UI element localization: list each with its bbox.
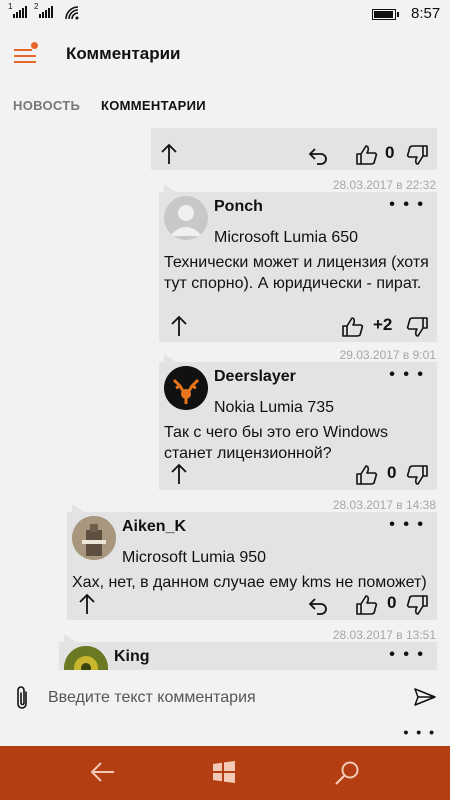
tab-comments[interactable]: КОММЕНТАРИИ — [101, 98, 206, 113]
comment-author[interactable]: King — [114, 648, 150, 666]
comment-author[interactable]: Deerslayer — [214, 368, 296, 386]
comment-card: King • • • — [59, 634, 437, 670]
avatar[interactable] — [72, 516, 116, 560]
thumbs-up-icon[interactable] — [341, 316, 365, 338]
navigation-bar — [0, 746, 450, 800]
page-title: Комментарии — [66, 44, 181, 63]
avatar[interactable] — [164, 196, 208, 240]
comment-device: Microsoft Lumia 950 — [122, 549, 267, 566]
windows-start-icon[interactable] — [212, 760, 236, 789]
thumbs-down-icon[interactable] — [405, 464, 429, 486]
avatar[interactable] — [64, 646, 108, 670]
search-icon[interactable] — [334, 760, 360, 791]
tab-news[interactable]: НОВОСТЬ — [13, 98, 80, 113]
app-bar-more-icon[interactable]: • • • — [404, 724, 436, 740]
comment-score: 0 — [387, 593, 397, 612]
more-options-icon[interactable]: • • • — [389, 646, 425, 664]
comment-date: 28.03.2017 в 14:38 — [332, 498, 436, 512]
sim1-label: 1 — [8, 2, 13, 11]
comment-device: Microsoft Lumia 650 — [214, 229, 359, 246]
tab-bar: НОВОСТЬ КОММЕНТАРИИ — [0, 80, 450, 130]
paperclip-icon[interactable] — [12, 685, 32, 716]
thumbs-up-icon[interactable] — [355, 464, 379, 486]
app-header: Комментарии — [0, 30, 450, 80]
wifi-icon — [65, 6, 79, 20]
thumbs-up-icon[interactable] — [355, 594, 379, 616]
thumbs-down-icon[interactable] — [405, 144, 429, 166]
thumbs-down-icon[interactable] — [405, 316, 429, 338]
reply-icon[interactable] — [307, 596, 329, 616]
comment-author[interactable]: Aiken_K — [122, 518, 186, 536]
scroll-up-arrow-icon[interactable] — [77, 592, 97, 616]
more-options-icon[interactable]: • • • — [389, 516, 425, 534]
comment-date: 28.03.2017 в 13:51 — [332, 628, 436, 642]
thumbs-down-icon[interactable] — [405, 594, 429, 616]
comment-score: 0 — [387, 463, 397, 482]
comment-text: Технически может и лицензия (хотя тут сп… — [164, 254, 429, 292]
avatar[interactable] — [164, 366, 208, 410]
comments-list[interactable]: 0 28.03.2017 в 22:32 Ponch • • • Microso… — [0, 128, 450, 670]
reply-icon[interactable] — [307, 146, 329, 166]
scroll-up-arrow-icon[interactable] — [159, 142, 179, 166]
more-options-icon[interactable]: • • • — [389, 366, 425, 384]
signal-sim1-icon: 1 — [8, 2, 27, 18]
comment-card: Aiken_K • • • Microsoft Lumia 950 Хах, н… — [67, 504, 437, 620]
back-arrow-icon[interactable] — [90, 760, 116, 789]
thumbs-up-icon[interactable] — [355, 144, 379, 166]
comment-card: 0 — [151, 128, 437, 170]
comment-date: 29.03.2017 в 9:01 — [339, 348, 436, 362]
scroll-up-arrow-icon[interactable] — [169, 462, 189, 486]
comment-score: +2 — [373, 315, 393, 334]
comment-score: 0 — [385, 143, 395, 162]
more-options-icon[interactable]: • • • — [389, 196, 425, 214]
comment-input-bar — [0, 672, 450, 724]
clock: 8:57 — [411, 5, 441, 22]
signal-sim2-icon: 2 — [34, 2, 53, 18]
send-icon[interactable] — [413, 687, 437, 712]
comment-card: Ponch • • • Microsoft Lumia 650 Техничес… — [159, 184, 437, 342]
battery-icon — [372, 9, 399, 20]
sim2-label: 2 — [34, 2, 39, 11]
comment-card: Deerslayer • • • Nokia Lumia 735 Так с ч… — [159, 354, 437, 490]
comment-device: Nokia Lumia 735 — [214, 399, 335, 416]
comment-author[interactable]: Ponch — [214, 198, 263, 216]
status-bar: 1 2 8:57 — [0, 0, 450, 30]
notification-dot — [31, 42, 38, 49]
comment-date: 28.03.2017 в 22:32 — [332, 178, 436, 192]
comment-input[interactable] — [48, 684, 398, 712]
scroll-up-arrow-icon[interactable] — [169, 314, 189, 338]
hamburger-menu-icon[interactable] — [12, 42, 40, 66]
